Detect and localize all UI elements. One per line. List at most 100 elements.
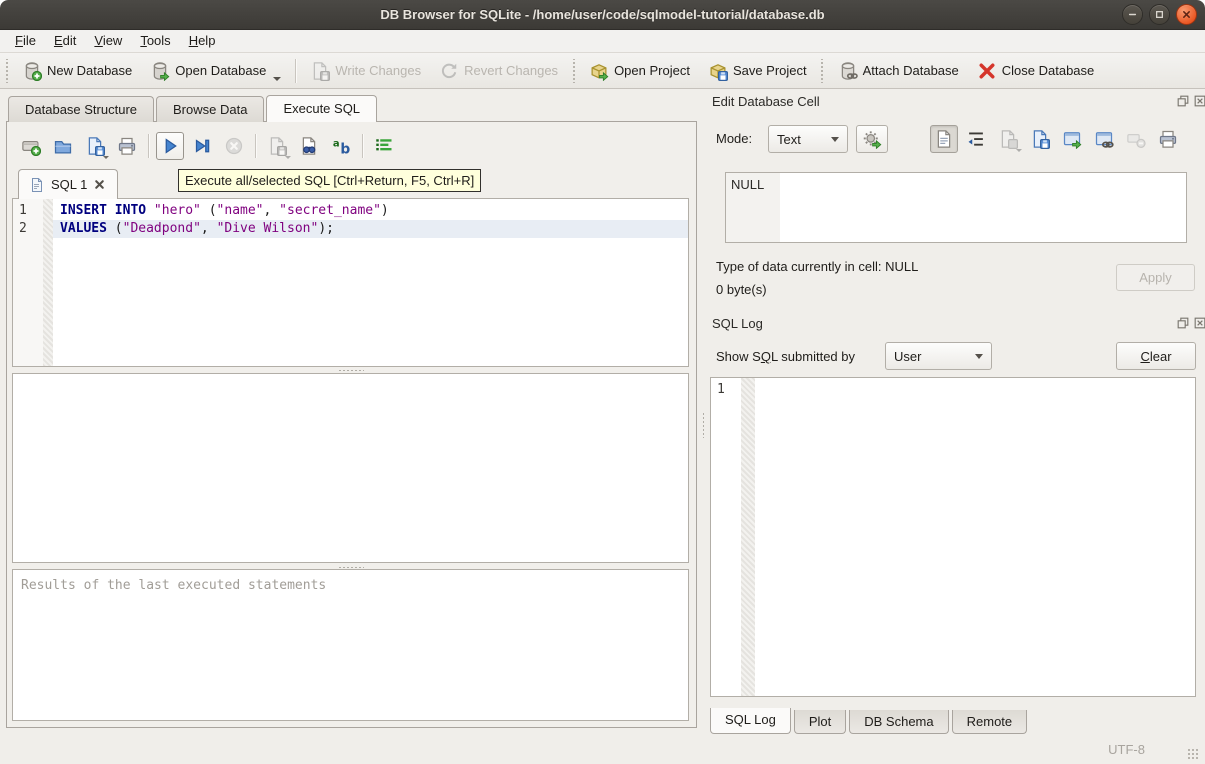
tab-database-structure[interactable]: Database Structure	[8, 96, 154, 122]
find-replace-icon: ab	[331, 136, 351, 156]
save-as-icon	[1030, 129, 1050, 149]
edit-cell-toolbar	[928, 121, 1184, 157]
float-icon[interactable]	[1176, 316, 1190, 330]
menu-view[interactable]: View	[85, 30, 131, 52]
open-sql-file-button[interactable]	[49, 132, 77, 160]
word-wrap-icon	[966, 129, 986, 149]
dock-close-icon[interactable]	[1193, 316, 1205, 330]
toolbar-handle[interactable]	[3, 59, 10, 83]
toolbar-separator	[148, 134, 149, 158]
write-changes-icon	[310, 61, 330, 81]
toolbar-separator	[362, 134, 363, 158]
attach-database-icon	[838, 61, 858, 81]
splitter-handle[interactable]	[697, 121, 708, 728]
chevron-down-icon	[831, 137, 839, 142]
execute-sql-panel: ab SQL 1 12 INSERT INTO "hero" ("name", …	[6, 121, 697, 728]
mode-label: Mode:	[716, 131, 752, 146]
print-icon	[1158, 129, 1178, 149]
save-project-button[interactable]: Save Project	[699, 57, 816, 85]
print-icon	[117, 136, 137, 156]
open-project-button[interactable]: Open Project	[580, 57, 699, 85]
save-project-icon	[708, 61, 728, 81]
dock-close-icon[interactable]	[1193, 94, 1205, 108]
auto-mode-button[interactable]	[856, 125, 888, 153]
line-number-gutter: 1	[711, 378, 741, 696]
print-button[interactable]	[113, 132, 141, 160]
revert-changes-button[interactable]: Revert Changes	[430, 57, 567, 85]
editor-line: VALUES ("Deadpond", "Dive Wilson");	[53, 220, 688, 238]
apply-button[interactable]: Apply	[1116, 264, 1195, 291]
tab-sql-log[interactable]: SQL Log	[710, 708, 791, 734]
sql-log-view[interactable]: 1	[710, 377, 1196, 697]
minimize-button[interactable]	[1122, 4, 1143, 25]
maximize-button[interactable]	[1149, 4, 1170, 25]
stop-button[interactable]	[220, 132, 248, 160]
open-sql-tab-icon	[21, 136, 41, 156]
close-tab-icon[interactable]	[93, 178, 107, 192]
open-external-icon	[1062, 129, 1082, 149]
dropdown-caret-icon[interactable]	[273, 77, 281, 81]
sql-editor[interactable]: 12 INSERT INTO "hero" ("name", "secret_n…	[12, 198, 689, 367]
format-sql-icon	[374, 136, 394, 156]
save-as-button[interactable]	[1026, 125, 1054, 153]
tab-execute-sql[interactable]: Execute SQL	[266, 95, 377, 122]
new-database-button[interactable]: New Database	[13, 57, 141, 85]
sql-document-tab[interactable]: SQL 1	[18, 169, 118, 199]
dropdown-caret-icon	[285, 156, 291, 159]
menu-help[interactable]: Help	[180, 30, 225, 52]
float-icon[interactable]	[1176, 94, 1190, 108]
sql-code-area[interactable]: INSERT INTO "hero" ("name", "secret_name…	[53, 199, 688, 366]
format-sql-button[interactable]	[370, 132, 398, 160]
save-results-button[interactable]	[263, 132, 291, 160]
menu-tools[interactable]: Tools	[131, 30, 179, 52]
save-cell-button[interactable]	[994, 125, 1022, 153]
open-sql-file-icon	[53, 136, 73, 156]
word-wrap-button[interactable]	[962, 125, 990, 153]
main-tab-bar: Database StructureBrowse DataExecute SQL	[8, 95, 379, 122]
cell-editor[interactable]: NULL	[725, 172, 1187, 243]
menu-file[interactable]: File	[6, 30, 45, 52]
execute-all-button[interactable]	[156, 132, 184, 160]
application-window: DB Browser for SQLite - /home/user/code/…	[0, 0, 1205, 764]
open-database-button[interactable]: Open Database	[141, 57, 290, 85]
find-icon	[299, 136, 319, 156]
splitter-handle[interactable]	[12, 367, 689, 372]
mode-value: Text	[777, 132, 801, 147]
mode-combobox[interactable]: Text	[768, 125, 848, 153]
cell-type-text: Type of data currently in cell: NULL	[716, 259, 918, 274]
save-sql-file-icon	[85, 136, 105, 156]
open-project-icon	[589, 61, 609, 81]
find-button[interactable]	[295, 132, 323, 160]
document-text-button[interactable]	[930, 125, 958, 153]
tab-remote[interactable]: Remote	[952, 710, 1028, 734]
close-button[interactable]	[1176, 4, 1197, 25]
resize-grip-icon[interactable]	[1187, 748, 1199, 760]
toolbar-handle[interactable]	[570, 59, 577, 83]
open-external-button[interactable]	[1058, 125, 1086, 153]
sql-log-filter-combobox[interactable]: User	[885, 342, 992, 370]
close-database-button[interactable]: Close Database	[968, 57, 1104, 85]
save-sql-file-button[interactable]	[81, 132, 109, 160]
clear-button[interactable]: Clear	[1116, 342, 1196, 370]
tab-browse-data[interactable]: Browse Data	[156, 96, 264, 122]
revert-changes-icon	[439, 61, 459, 81]
toolbar-handle[interactable]	[819, 59, 826, 83]
find-replace-button[interactable]: ab	[327, 132, 355, 160]
line-number: 1	[711, 381, 741, 399]
results-grid-panel	[12, 373, 689, 563]
open-sql-tab-button[interactable]	[17, 132, 45, 160]
execute-line-button[interactable]	[188, 132, 216, 160]
svg-text:b: b	[340, 142, 350, 157]
menu-edit[interactable]: Edit	[45, 30, 85, 52]
tab-db-schema[interactable]: DB Schema	[849, 710, 948, 734]
database-open-icon	[150, 61, 170, 81]
tab-plot[interactable]: Plot	[794, 710, 846, 734]
link-icon	[1094, 129, 1114, 149]
sql-log-title: SQL Log	[712, 316, 763, 331]
link-button[interactable]	[1090, 125, 1118, 153]
execute-all-icon	[160, 136, 180, 156]
attach-database-button[interactable]: Attach Database	[829, 57, 968, 85]
set-null-button[interactable]	[1122, 125, 1150, 153]
write-changes-button[interactable]: Write Changes	[301, 57, 430, 85]
print-button[interactable]	[1154, 125, 1182, 153]
